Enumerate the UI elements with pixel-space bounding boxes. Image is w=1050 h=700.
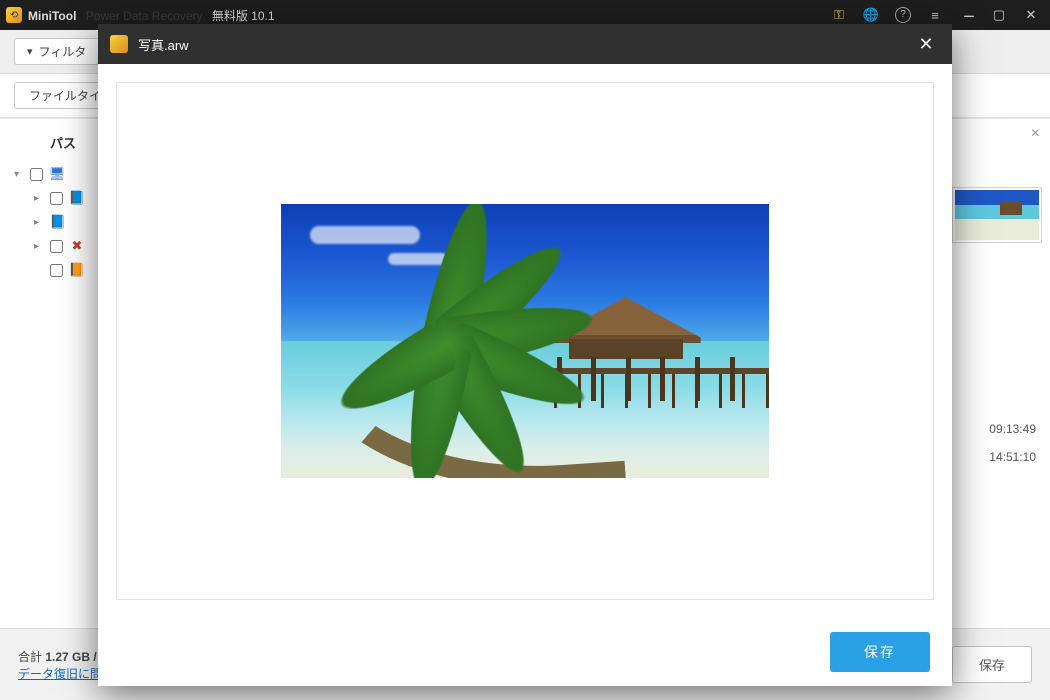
tree-checkbox[interactable] bbox=[50, 264, 63, 277]
preview-dialog: 写真.arw ✕ bbox=[98, 24, 952, 686]
file-time-2: 14:51:10 bbox=[989, 443, 1036, 471]
monitor-icon: 🖥 bbox=[49, 166, 65, 182]
file-time-1: 09:13:49 bbox=[989, 415, 1036, 443]
menu-icon[interactable]: ≡ bbox=[922, 4, 948, 26]
window-close-icon[interactable] bbox=[1018, 4, 1044, 26]
close-panel-icon[interactable]: × bbox=[1031, 125, 1040, 143]
save-button-main[interactable]: 保存 bbox=[952, 646, 1032, 683]
chevron-right-icon[interactable]: ▸ bbox=[34, 193, 44, 204]
preview-frame bbox=[116, 82, 934, 600]
tree-checkbox[interactable] bbox=[50, 240, 63, 253]
tree-checkbox[interactable] bbox=[30, 168, 43, 181]
dialog-titlebar: 写真.arw ✕ bbox=[98, 24, 952, 64]
help-icon[interactable] bbox=[890, 4, 916, 26]
app-version: 無料版 10.1 bbox=[212, 9, 275, 23]
total-prefix: 合計 bbox=[18, 650, 42, 664]
total-value: 1.27 GB / bbox=[45, 650, 96, 664]
drive-icon: 📘 bbox=[50, 214, 66, 230]
tree-checkbox[interactable] bbox=[50, 192, 63, 205]
folder-icon: 📙 bbox=[69, 262, 85, 278]
funnel-icon: ▾ bbox=[27, 45, 33, 58]
chevron-down-icon[interactable]: ▾ bbox=[14, 169, 24, 180]
filter-label: フィルタ bbox=[39, 43, 87, 60]
dialog-close-icon[interactable]: ✕ bbox=[912, 34, 940, 55]
preview-thumbnail[interactable] bbox=[952, 187, 1042, 243]
thumbnail-image bbox=[955, 190, 1039, 240]
filter-button[interactable]: ▾ フィルタ bbox=[14, 38, 99, 65]
file-times: 09:13:49 14:51:10 bbox=[989, 415, 1036, 471]
license-key-icon[interactable] bbox=[826, 4, 852, 26]
drive-icon: 📘 bbox=[69, 190, 85, 206]
app-title: MiniTool Power Data Recovery 無料版 10.1 bbox=[28, 7, 820, 24]
dialog-logo-icon bbox=[110, 35, 128, 53]
chevron-spacer bbox=[34, 265, 44, 276]
window-maximize-icon[interactable] bbox=[986, 4, 1012, 26]
preview-area bbox=[98, 64, 952, 618]
preview-image bbox=[281, 204, 769, 478]
dialog-title: 写真.arw bbox=[138, 35, 902, 54]
deleted-files-icon: ✖ bbox=[69, 238, 85, 254]
chevron-right-icon[interactable]: ▸ bbox=[34, 241, 44, 252]
chevron-right-icon[interactable]: ▸ bbox=[34, 217, 44, 228]
language-icon[interactable] bbox=[858, 4, 884, 26]
app-title-faded: Power Data Recovery bbox=[86, 9, 203, 23]
dialog-footer: 保存 bbox=[98, 618, 952, 686]
app-logo-icon: ⟲ bbox=[6, 7, 22, 23]
app-name: MiniTool bbox=[28, 9, 76, 23]
save-button-dialog[interactable]: 保存 bbox=[830, 632, 930, 672]
window-minimize-icon[interactable] bbox=[954, 4, 980, 26]
